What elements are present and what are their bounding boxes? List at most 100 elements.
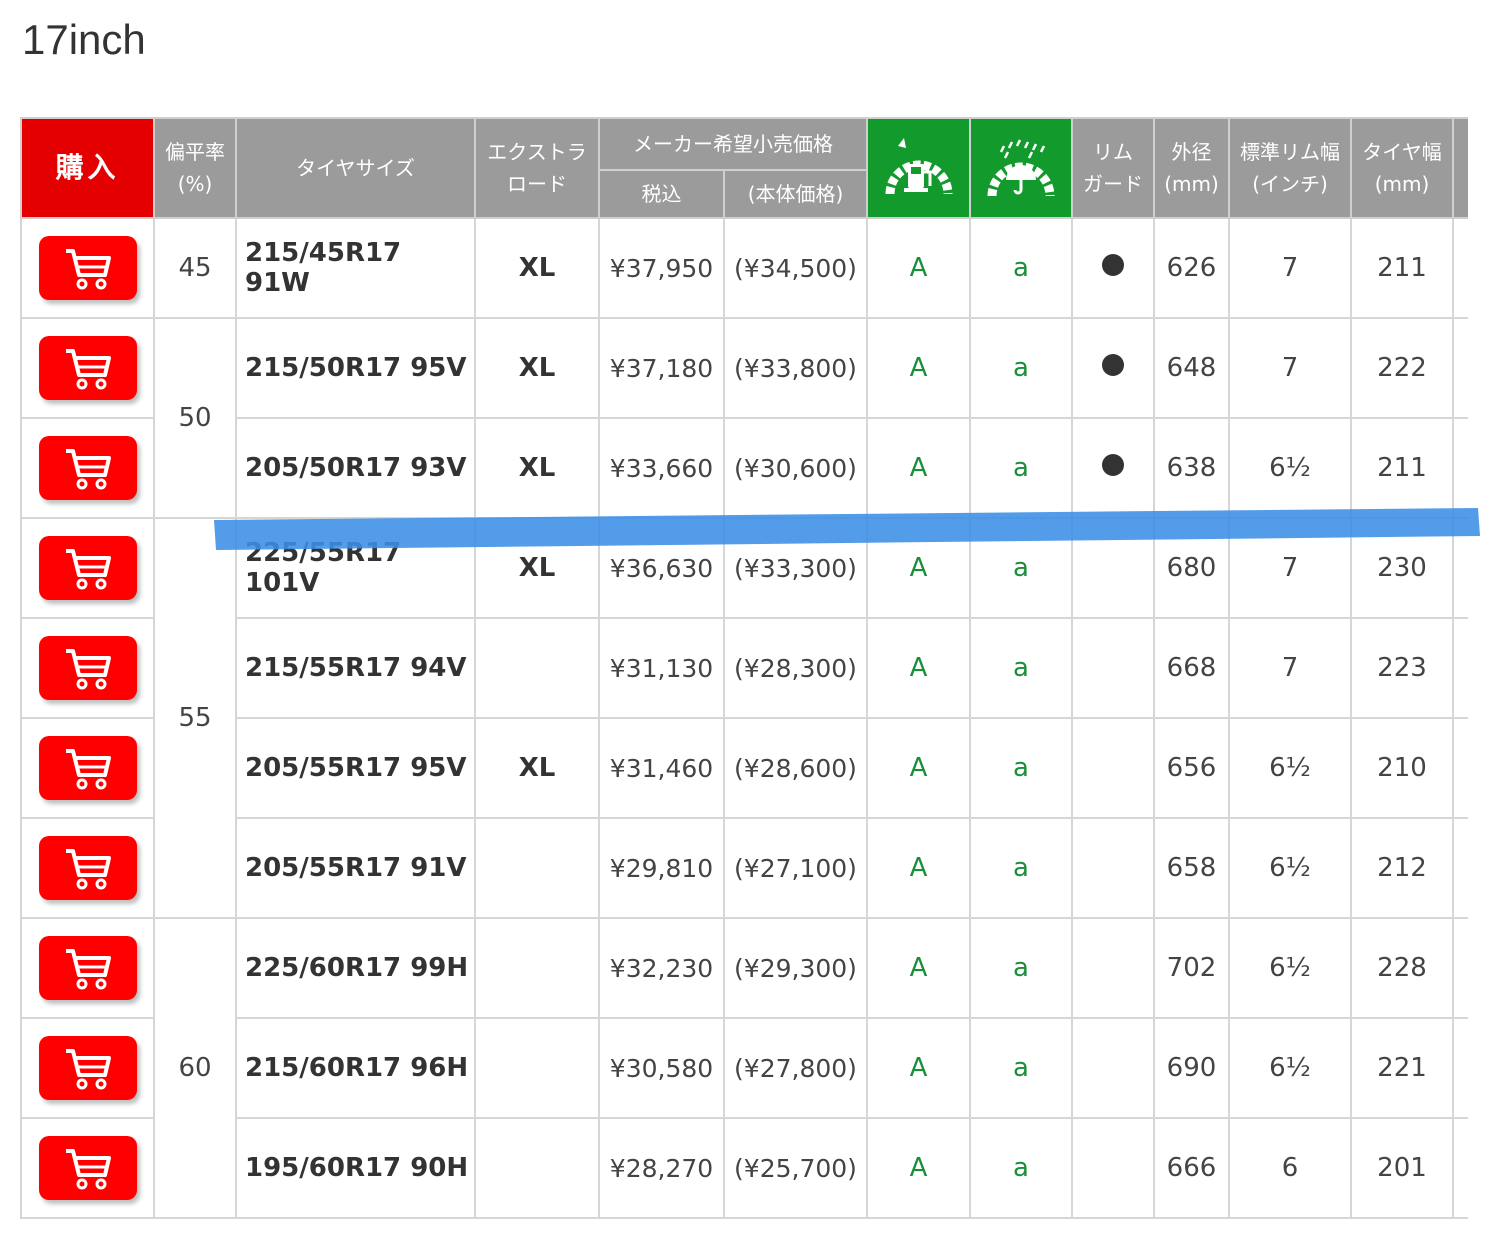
price-excl-tax-cell: (¥27,100)	[723, 817, 868, 919]
tire-table-body: 45 215/45R17 91W XL ¥37,950 (¥34,500) Aa 626 7 2…	[20, 217, 1468, 1219]
wet-grip-grade-cell: a	[969, 817, 1073, 919]
tire-width-cell: 212	[1350, 817, 1454, 919]
rim-guard-cell	[1071, 417, 1155, 519]
buy-cell	[20, 517, 155, 619]
add-to-cart-button[interactable]	[38, 636, 137, 700]
add-to-cart-button[interactable]	[38, 936, 137, 1000]
extra-load-header: エクストラ ロード	[474, 117, 600, 219]
tire-width-cell: 211	[1350, 417, 1454, 519]
aspect-ratio-cell: 55	[153, 517, 237, 919]
cart-icon	[65, 249, 111, 290]
price-incl-tax-cell: ¥33,660	[598, 417, 725, 519]
cart-icon	[65, 649, 111, 690]
table-row: 205/55R17 95V XL ¥31,460 (¥28,600) Aa 656 6½ 21…	[20, 717, 1468, 819]
tire-size-table: 購入 偏平率 (%) タイヤサイズ エクストラ ロード メーカー希望小売価格 リ…	[20, 117, 1468, 1219]
tire-width-cell: 201	[1350, 1117, 1454, 1219]
rim-guard-cell	[1071, 217, 1155, 319]
price-incl-tax-cell: ¥32,230	[598, 917, 725, 1019]
outer-diameter-cell: 668	[1153, 617, 1230, 719]
cart-icon	[65, 949, 111, 990]
fuel-efficiency-grade-cell: A	[866, 617, 971, 719]
tire-width-header-label: タイヤ幅	[1362, 140, 1442, 164]
rim-width-cell: 7	[1228, 317, 1352, 419]
wet-grip-grade-cell: a	[969, 217, 1073, 319]
extra-load-cell: XL	[474, 717, 600, 819]
fuel-efficiency-grade-cell: A	[866, 317, 971, 419]
price-excl-tax-cell: (¥33,800)	[723, 317, 868, 419]
overflow-cell	[1452, 517, 1468, 619]
add-to-cart-button[interactable]	[38, 336, 137, 400]
rim-guard-cell	[1071, 1117, 1155, 1219]
table-row: 50 215/50R17 95V XL ¥37,180 (¥33,800) Aa 648 7 2…	[20, 317, 1468, 519]
rim-guard-cell	[1071, 617, 1155, 719]
extra-load-cell	[474, 917, 600, 1019]
outer-diameter-cell: 626	[1153, 217, 1230, 319]
table-row: 205/50R17 93V XL ¥33,660 (¥30,600) Aa 638 6½ 21…	[20, 417, 1468, 519]
outer-diameter-cell: 702	[1153, 917, 1230, 1019]
overflow-cell	[1452, 417, 1468, 519]
tire-size-cell: 215/55R17 94V	[235, 617, 476, 719]
table-row: 60 225/60R17 99H ¥32,230 (¥29,300) Aa 702 6½ 22…	[20, 917, 1468, 1219]
wet-grip-grade-cell: a	[969, 417, 1073, 519]
add-to-cart-button[interactable]	[38, 536, 137, 600]
price-excl-tax-cell: (¥25,700)	[723, 1117, 868, 1219]
tire-size-cell: 205/55R17 95V	[235, 717, 476, 819]
aspect-ratio-cell: 45	[153, 217, 237, 319]
buy-cell	[20, 217, 155, 319]
fuel-efficiency-grade-cell: A	[866, 1117, 971, 1219]
rim-guard-cell	[1071, 1017, 1155, 1119]
wet-grip-grade-cell: a	[969, 1017, 1073, 1119]
outer-diameter-cell: 666	[1153, 1117, 1230, 1219]
add-to-cart-button[interactable]	[38, 1036, 137, 1100]
table-row: 195/60R17 90H ¥28,270 (¥25,700) Aa 666 6 201	[20, 1117, 1468, 1219]
rim-guard-dot-icon	[1102, 354, 1124, 376]
price-incl-tax-cell: ¥31,460	[598, 717, 725, 819]
rim-width-header-label: 標準リム幅	[1240, 140, 1340, 164]
aspect-ratio-header: 偏平率 (%)	[153, 117, 237, 219]
tire-size-cell: 225/60R17 99H	[235, 917, 476, 1019]
price-excl-tax-cell: (¥28,300)	[723, 617, 868, 719]
wet-grip-grade-cell: a	[969, 317, 1073, 419]
fuel-efficiency-grade-cell: A	[866, 417, 971, 519]
fuel-efficiency-tire-icon	[885, 138, 952, 195]
buy-cell	[20, 817, 155, 919]
extra-load-cell: XL	[474, 317, 600, 419]
buy-cell	[20, 1017, 155, 1119]
table-row: 215/60R17 96H ¥30,580 (¥27,800) Aa 690 6½ 221	[20, 1017, 1468, 1119]
tire-width-cell: 222	[1350, 317, 1454, 419]
wet-grip-grade-cell: a	[969, 917, 1073, 1019]
rim-guard-cell	[1071, 317, 1155, 419]
tire-size-cell: 195/60R17 90H	[235, 1117, 476, 1219]
fuel-efficiency-grade-cell: A	[866, 1017, 971, 1119]
add-to-cart-button[interactable]	[38, 236, 137, 300]
overflow-cell	[1452, 617, 1468, 719]
add-to-cart-button[interactable]	[38, 836, 137, 900]
add-to-cart-button[interactable]	[38, 1136, 137, 1200]
overflow-column-header	[1452, 117, 1468, 219]
tire-table-container: 購入 偏平率 (%) タイヤサイズ エクストラ ロード メーカー希望小売価格 リ…	[20, 117, 1468, 1241]
rim-width-cell: 6½	[1228, 817, 1352, 919]
add-to-cart-button[interactable]	[38, 436, 137, 500]
buy-cell	[20, 417, 155, 519]
tire-size-header: タイヤサイズ	[235, 117, 476, 219]
cart-icon	[65, 549, 111, 590]
cart-icon	[65, 349, 111, 390]
extra-load-cell	[474, 1117, 600, 1219]
outer-diameter-cell: 680	[1153, 517, 1230, 619]
aspect-ratio-cell: 60	[153, 917, 237, 1219]
wet-grip-header	[969, 117, 1073, 219]
price-excl-tax-cell: (¥33,300)	[723, 517, 868, 619]
page-title: 17inch	[22, 16, 146, 63]
extra-load-cell: XL	[474, 417, 600, 519]
rim-guard-header-line2: ガード	[1083, 172, 1143, 196]
outer-diameter-cell: 656	[1153, 717, 1230, 819]
price-incl-tax-cell: ¥29,810	[598, 817, 725, 919]
tire-size-cell: 205/55R17 91V	[235, 817, 476, 919]
overflow-cell	[1452, 717, 1468, 819]
rim-guard-cell	[1071, 817, 1155, 919]
cart-icon	[65, 1049, 111, 1090]
add-to-cart-button[interactable]	[38, 736, 137, 800]
extra-load-cell: XL	[474, 217, 600, 319]
rim-width-cell: 6½	[1228, 917, 1352, 1019]
price-excl-tax-cell: (¥27,800)	[723, 1017, 868, 1119]
